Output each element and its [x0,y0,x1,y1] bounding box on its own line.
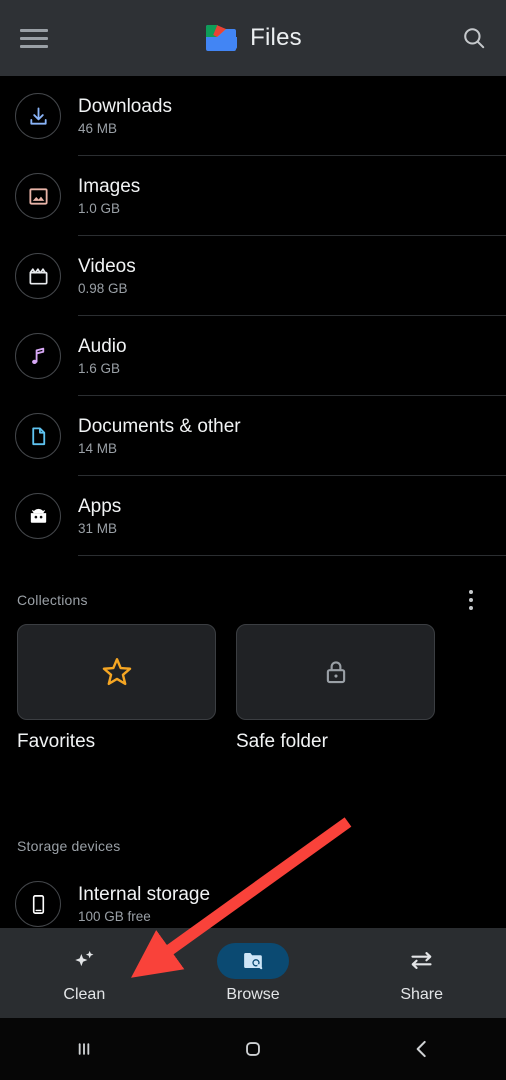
collection-label: Safe folder [236,731,328,752]
category-row-documents[interactable]: Documents & other 14 MB [0,396,506,476]
category-name: Videos [78,255,136,277]
nav-tab-label: Browse [226,985,280,1003]
nav-tab-browse[interactable]: Browse [169,928,338,1018]
files-app-screen: Files Downloads 46 MB Images 1.0 GB Vide… [0,0,506,1080]
storage-devices-header: Storage devices [0,812,506,864]
page-title: Files [250,24,302,51]
collections-header: Collections [0,576,506,624]
category-name: Images [78,175,141,197]
bottom-navigation-bar: Clean Browse Share [0,928,506,1018]
download-icon [15,93,61,139]
storage-free: 100 GB free [78,908,151,924]
document-icon [15,413,61,459]
video-icon [15,253,61,299]
recents-icon[interactable] [0,1018,169,1080]
category-size: 1.0 GB [78,200,121,216]
phone-icon [15,881,61,927]
nav-tab-label: Share [400,985,444,1003]
google-files-logo [206,25,238,51]
app-title-group: Files [0,0,506,76]
back-icon[interactable] [337,1018,506,1080]
category-row-audio[interactable]: Audio 1.6 GB [0,316,506,396]
category-size: 0.98 GB [78,280,128,296]
hamburger-menu-icon[interactable] [6,10,62,66]
home-icon[interactable] [169,1018,338,1080]
collection-item-favorites[interactable]: Favorites [17,624,216,753]
category-name: Documents & other [78,415,241,437]
swap-arrows-icon [386,943,458,979]
category-name: Downloads [78,95,172,117]
category-name: Audio [78,335,127,357]
category-row-images[interactable]: Images 1.0 GB [0,156,506,236]
category-row-apps[interactable]: Apps 31 MB [0,476,506,556]
collection-card [236,624,435,720]
collections-title: Collections [17,592,88,608]
storage-name: Internal storage [78,883,211,905]
collections-section: Collections Favorites Safe folder [0,576,506,753]
music-note-icon [15,333,61,379]
folder-search-icon [217,942,289,979]
search-icon[interactable] [450,14,498,62]
category-row-downloads[interactable]: Downloads 46 MB [0,76,506,156]
sparkle-icon [48,943,120,979]
storage-devices-section: Storage devices Internal storage 100 GB … [0,812,506,944]
apps-icon [15,493,61,539]
app-header: Files [0,0,506,76]
star-icon [102,658,131,686]
nav-tab-share[interactable]: Share [337,928,506,1018]
nav-tab-clean[interactable]: Clean [0,928,169,1018]
collection-card [17,624,216,720]
category-row-videos[interactable]: Videos 0.98 GB [0,236,506,316]
category-size: 46 MB [78,120,118,136]
category-size: 31 MB [78,520,118,536]
file-category-list: Downloads 46 MB Images 1.0 GB Videos 0.9… [0,76,506,556]
collection-item-safe-folder[interactable]: Safe folder [236,624,435,753]
category-size: 14 MB [78,440,118,456]
category-size: 1.6 GB [78,360,121,376]
more-vert-icon[interactable] [458,583,484,617]
lock-icon [326,661,345,684]
collection-label: Favorites [17,731,96,752]
divider [78,555,506,556]
system-navigation-bar [0,1018,506,1080]
nav-tab-label: Clean [63,985,106,1003]
storage-devices-title: Storage devices [17,838,121,854]
category-name: Apps [78,495,122,517]
collections-grid: Favorites Safe folder [0,624,506,753]
image-icon [15,173,61,219]
